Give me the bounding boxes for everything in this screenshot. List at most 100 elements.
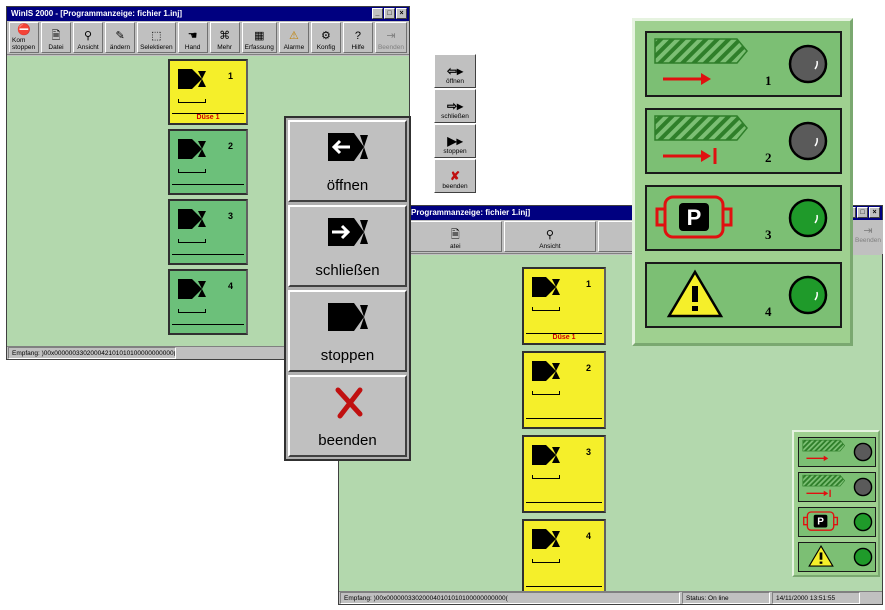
close-button[interactable]: schließen <box>288 205 407 287</box>
side-button-3[interactable]: ✘ beenden <box>434 159 476 193</box>
open-button[interactable]: öffnen <box>288 120 407 202</box>
svg-text:P: P <box>817 517 824 528</box>
alarm-symbol-icon <box>808 544 834 567</box>
close-button[interactable]: × <box>396 8 407 19</box>
mini-lamp-row-1 <box>798 437 876 467</box>
alarm-icon: ⚠ <box>288 30 299 42</box>
mini-lamp-row-2 <box>798 472 876 502</box>
toolbar-button-alarme[interactable]: ⚠ Alarme <box>278 22 309 53</box>
nozzle-icon <box>532 445 560 465</box>
nozzle-number: 2 <box>586 363 592 373</box>
side-button-label: schließen <box>441 113 469 120</box>
lamp-row-4: 4 <box>645 262 842 328</box>
magnifier-icon: ⚲ <box>84 30 93 42</box>
nozzle-label <box>526 418 602 419</box>
stop-icon: ⛔ <box>17 24 31 36</box>
exit-button[interactable]: beenden <box>288 375 407 457</box>
side-button-1[interactable]: ⇨▸ schließen <box>434 89 476 123</box>
nozzle-scale <box>178 239 206 243</box>
mini-lamp-row-3: P <box>798 507 876 537</box>
nozzle-scale <box>532 475 560 479</box>
side-button-2[interactable]: ▶▸ stoppen <box>434 124 476 158</box>
exit-button[interactable]: ⇥ Beenden <box>853 220 883 254</box>
nozzle-icon <box>178 279 206 299</box>
side-button-0[interactable]: ⇦▸ öffnen <box>434 54 476 88</box>
nozzle-number: 3 <box>586 447 592 457</box>
stop-nozzle-icon: ▶▸ <box>447 134 463 148</box>
status-lamp-icon <box>788 121 828 161</box>
button-label: schließen <box>315 262 380 279</box>
button-label: öffnen <box>326 177 369 194</box>
nozzle-icon <box>178 209 206 229</box>
toolbar-button-label: Hand <box>184 44 201 51</box>
lamp-row-1: 1 <box>645 31 842 97</box>
magnifier-icon: ⚲ <box>545 229 554 241</box>
nozzle-label: Düse 1 <box>172 113 244 121</box>
toolbar-button-selektieren[interactable]: ⬚ Selektieren <box>137 22 176 53</box>
stop-button[interactable]: stoppen <box>288 290 407 372</box>
exit-x-icon: ✘ <box>449 169 461 183</box>
nozzle-tile-3[interactable]: 3 <box>168 199 248 265</box>
nozzle-icon <box>532 277 560 297</box>
toolbar-button-atei[interactable]: 🗎 atei <box>409 221 502 252</box>
nozzle-tile-2[interactable]: 2 <box>168 129 248 195</box>
lamp-row-3: P3 <box>645 185 842 251</box>
toolbar-button-datei[interactable]: 🗎 Datei <box>41 22 72 53</box>
open-arrow-icon <box>327 133 368 161</box>
nozzle-icon <box>532 529 560 549</box>
nozzle-label: Düse 1 <box>526 333 602 341</box>
nozzle-tile-1[interactable]: 1 Düse 1 <box>522 267 606 345</box>
side-button-label: stoppen <box>443 148 467 155</box>
maximize-button[interactable]: □ <box>857 207 868 218</box>
toolbar-button-kom-stoppen[interactable]: ⛔ Kom stoppen <box>9 22 40 53</box>
toolbar-button-hand[interactable]: ☚ Hand <box>177 22 208 53</box>
nozzle-tile-4[interactable]: 4 <box>168 269 248 335</box>
select-icon: ⬚ <box>151 30 162 42</box>
close-arrow-icon: ⇨▸ <box>446 99 464 113</box>
mini-lamp-row-4 <box>798 542 876 572</box>
toolbar-button-label: Mehr <box>217 44 233 51</box>
status-lamp-icon <box>853 477 873 497</box>
nozzle-tile-1[interactable]: 1 Düse 1 <box>168 59 248 125</box>
exit-icon: ⇥ <box>386 30 396 42</box>
status-bar: Empfang: )00x000000330200040101010100000… <box>339 591 882 604</box>
open-arrow-icon: ⇦▸ <box>446 64 464 78</box>
close-button[interactable]: × <box>869 207 880 218</box>
nozzle-tile-3[interactable]: 3 <box>522 435 606 513</box>
nozzle-label <box>526 502 602 503</box>
hand-icon: ☚ <box>187 30 198 42</box>
open-symbol-icon <box>654 38 748 85</box>
minimize-button[interactable]: _ <box>372 8 383 19</box>
toolbar-button-ändern[interactable]: ✎ ändern <box>105 22 136 53</box>
toolbar-button-beenden[interactable]: ⇥ Beenden <box>374 22 407 53</box>
toolbar-button-label: Ansicht <box>77 44 99 51</box>
close-symbol-icon <box>654 115 748 164</box>
toolbar-button-ansicht[interactable]: ⚲ Ansicht <box>503 221 597 252</box>
maximize-button[interactable]: □ <box>384 8 395 19</box>
toolbar-button-konfig[interactable]: ⚙ Konfig <box>310 22 341 53</box>
toolbar-button-erfassung[interactable]: ▦ Erfassung <box>241 22 277 53</box>
toolbar-button-ansicht[interactable]: ⚲ Ansicht <box>73 22 104 53</box>
nozzle-scale <box>532 307 560 311</box>
toolbar-button-label: Erfassung <box>244 44 274 51</box>
close-symbol-icon <box>802 474 846 497</box>
large-command-panel: öffnen schließen stoppen beenden <box>284 116 411 461</box>
toolbar-button-label: Alarme <box>283 44 305 51</box>
toolbar-button-label: Hilfe <box>351 44 365 51</box>
toolbar-button-mehr[interactable]: ⌘ Mehr <box>209 22 240 53</box>
nozzle-scale <box>178 169 206 173</box>
toolbar-button-label: Ansicht <box>539 243 561 250</box>
toolbar-button-hilfe[interactable]: ? Hilfe <box>342 22 373 53</box>
toolbar-button-label: atei <box>450 243 461 250</box>
nozzle-icon <box>532 361 560 381</box>
nozzle-label <box>526 586 602 587</box>
window-title-bar[interactable]: WinIS 2000 - [Programmanzeige: fichier 1… <box>7 7 409 21</box>
nozzle-number: 4 <box>228 281 234 291</box>
window-title: Programmanzeige: fichier 1.inj] <box>411 208 531 217</box>
nozzle-tile-2[interactable]: 2 <box>522 351 606 429</box>
status-lamp-panel: 12P34 <box>632 18 853 346</box>
status-lamp-icon <box>788 275 828 315</box>
nozzle-tile-4[interactable]: 4 <box>522 519 606 597</box>
toolbar: ⛔ Kom stoppen 🗎 Datei ⚲ Ansicht ✎ ändern ⬚ Selekt… <box>7 21 409 55</box>
nozzle-icon <box>178 139 206 159</box>
